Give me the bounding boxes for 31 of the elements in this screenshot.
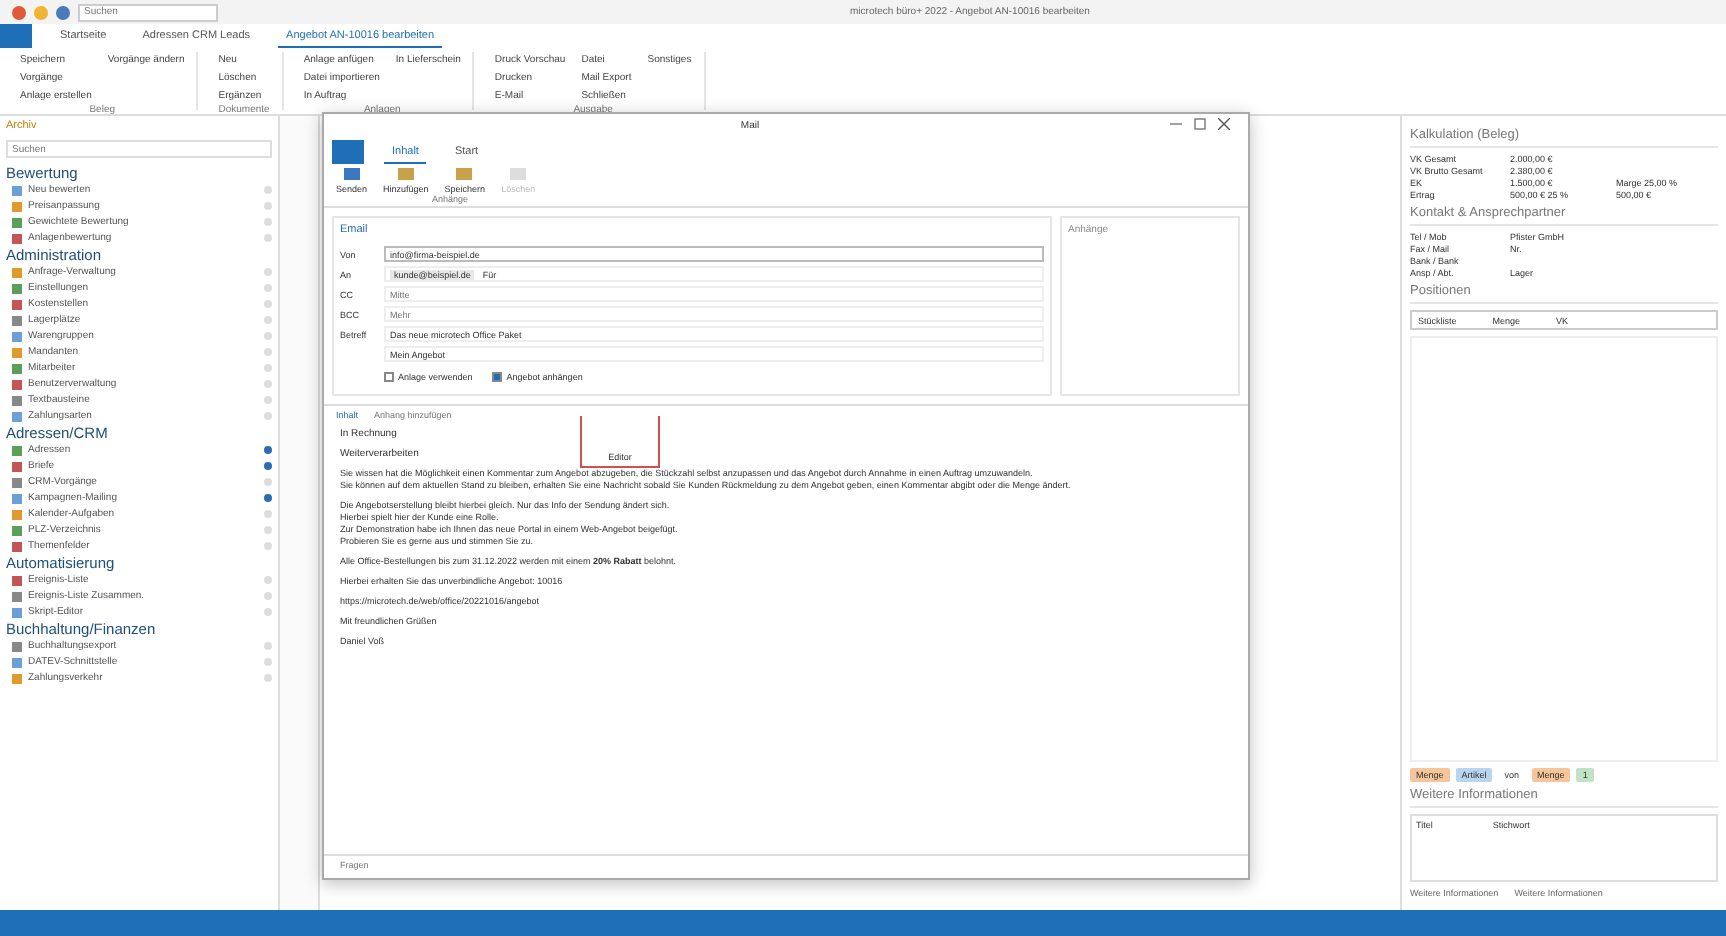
pin-dot[interactable] [264,674,272,682]
pin-dot[interactable] [264,642,272,650]
pin-dot[interactable] [264,526,272,534]
pin-dot[interactable] [264,348,272,356]
pin-dot[interactable] [264,396,272,404]
pin-dot[interactable] [264,300,272,308]
pin-dot[interactable] [264,446,272,454]
pin-dot[interactable] [264,316,272,324]
pin-dot[interactable] [264,542,272,550]
pin-dot[interactable] [264,332,272,340]
pin-dot[interactable] [264,592,272,600]
pin-dot[interactable] [264,364,272,372]
pin-dot[interactable] [264,186,272,194]
pin-dot[interactable] [264,462,272,470]
minimize-icon[interactable] [1170,118,1182,130]
pin-dot[interactable] [264,202,272,210]
pin-dot[interactable] [264,608,272,616]
maximize-icon[interactable] [1194,118,1206,130]
pin-dot[interactable] [264,478,272,486]
pin-dot[interactable] [264,380,272,388]
close-icon[interactable] [1218,118,1230,130]
pin-dot[interactable] [264,218,272,226]
pin-dot[interactable] [264,284,272,292]
pin-dot[interactable] [264,658,272,666]
pin-dot[interactable] [264,510,272,518]
pin-dot[interactable] [264,268,272,276]
pin-dot[interactable] [264,576,272,584]
pin-dot[interactable] [264,234,272,242]
app-menu-button[interactable] [332,140,364,164]
pin-dot[interactable] [264,494,272,502]
pin-dot[interactable] [264,412,272,420]
